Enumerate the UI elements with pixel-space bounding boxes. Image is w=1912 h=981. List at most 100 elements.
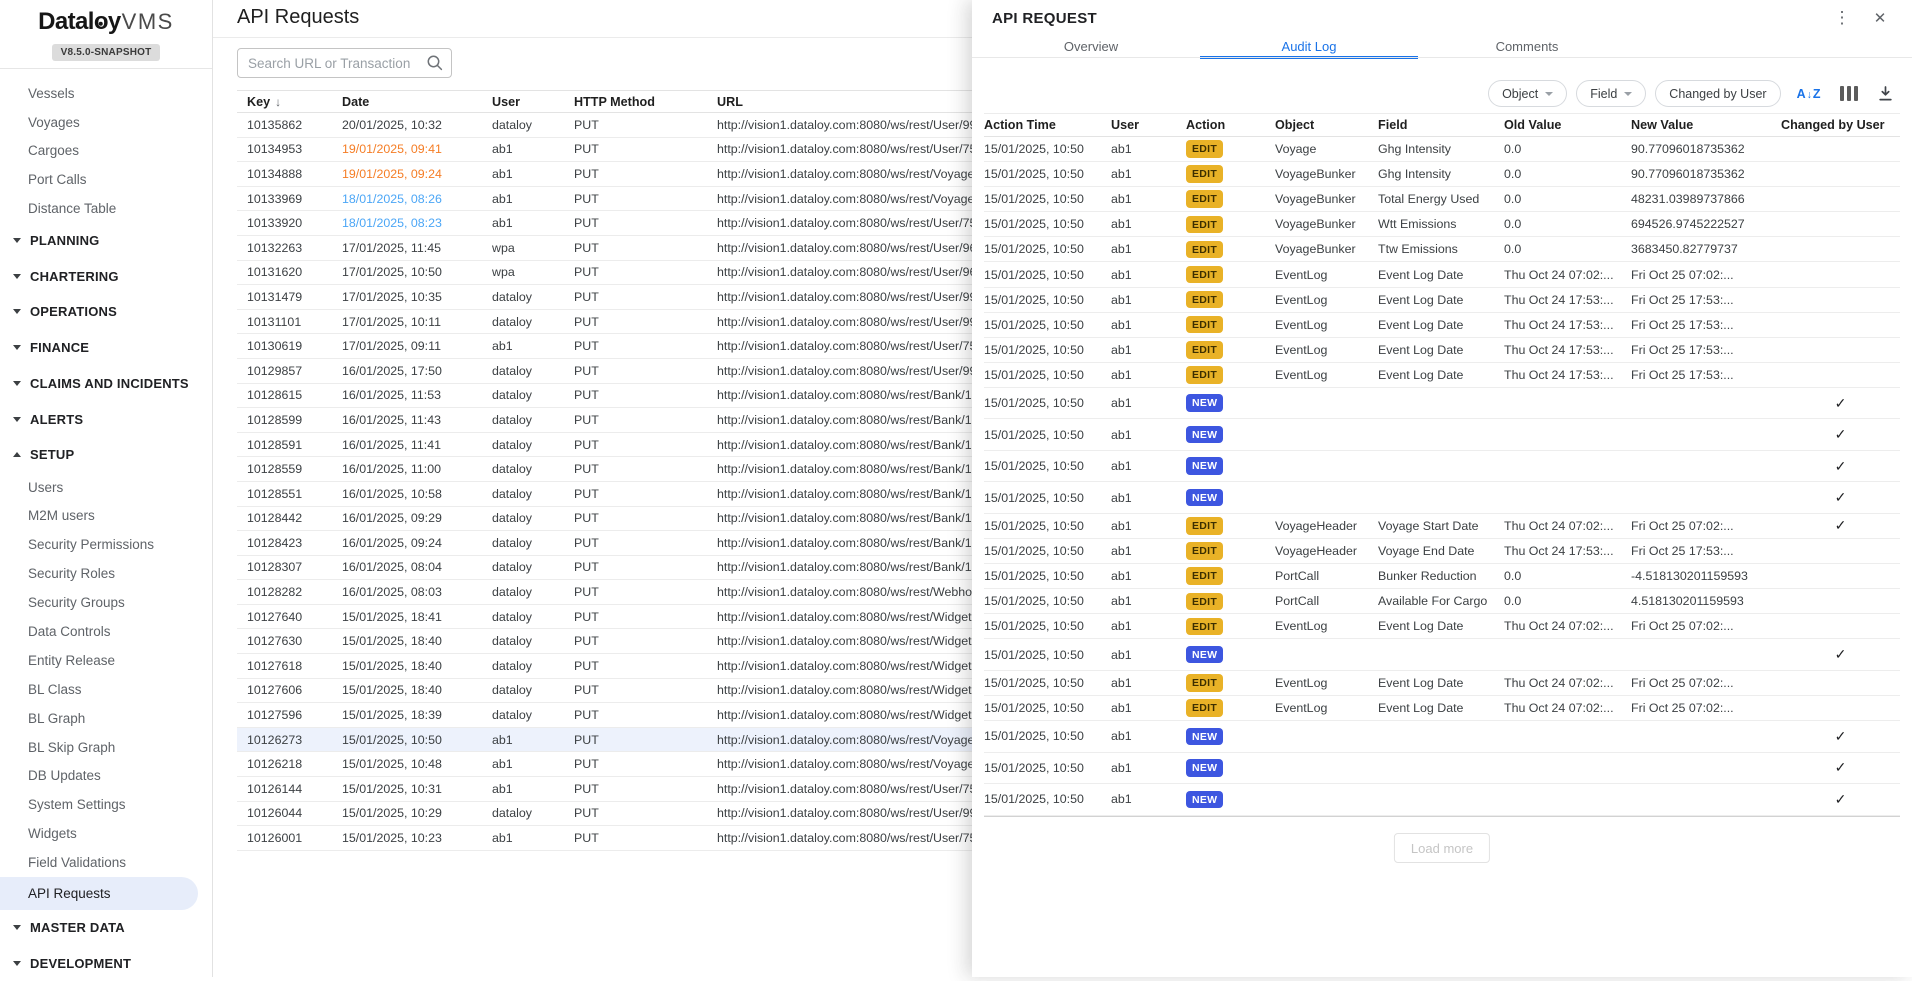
table-row[interactable]: 1012830716/01/2025, 08:04dataloyPUThttp:… — [237, 556, 972, 581]
filter-chip-changed-by-user[interactable]: Changed by User — [1655, 80, 1780, 107]
cell-old-value: Thu Oct 24 17:53:... — [1504, 544, 1631, 558]
sidebar-section-operations[interactable]: OPERATIONS — [0, 294, 212, 330]
cell-user: dataloy — [492, 634, 574, 648]
sidebar-item-security-permissions[interactable]: Security Permissions — [0, 530, 212, 559]
cell-user: dataloy — [492, 610, 574, 624]
sidebar-item-m2m-users[interactable]: M2M users — [0, 501, 212, 530]
table-row[interactable]: 1013110117/01/2025, 10:11dataloyPUThttp:… — [237, 310, 972, 335]
tab-comments[interactable]: Comments — [1418, 36, 1636, 57]
table-row[interactable]: 1012828216/01/2025, 08:03dataloyPUThttp:… — [237, 580, 972, 605]
sidebar-item-users[interactable]: Users — [0, 473, 212, 502]
sidebar-item-widgets[interactable]: Widgets — [0, 819, 212, 848]
column-header-key[interactable]: Key↓ — [247, 95, 342, 109]
table-row[interactable]: 1012759615/01/2025, 18:39dataloyPUThttp:… — [237, 703, 972, 728]
download-icon[interactable] — [1877, 85, 1894, 102]
close-icon[interactable]: ✕ — [1870, 9, 1890, 27]
load-more-button[interactable]: Load more — [1394, 833, 1490, 863]
table-row[interactable]: 1012855116/01/2025, 10:58dataloyPUThttp:… — [237, 482, 972, 507]
sidebar-item-system-settings[interactable]: System Settings — [0, 790, 212, 819]
table-row[interactable]: 1013226317/01/2025, 11:45wpaPUThttp://vi… — [237, 236, 972, 261]
search-input[interactable] — [238, 49, 420, 77]
columns-icon[interactable] — [1840, 86, 1859, 101]
table-row[interactable]: 1012621815/01/2025, 10:48ab1PUThttp://vi… — [237, 752, 972, 777]
search-icon[interactable] — [426, 54, 444, 72]
cell-user: ab1 — [1111, 293, 1186, 307]
cell-http-method: PUT — [574, 733, 717, 747]
sidebar-item-vessels[interactable]: Vessels — [0, 79, 212, 108]
table-row[interactable]: 1012859916/01/2025, 11:43dataloyPUThttp:… — [237, 408, 972, 433]
column-header-date[interactable]: Date — [342, 95, 492, 109]
cell-url: http://vision1.dataloy.com:8080/ws/rest/… — [717, 610, 972, 624]
sidebar-item-distance-table[interactable]: Distance Table — [0, 194, 212, 223]
sidebar-section-development[interactable]: DEVELOPMENT — [0, 946, 212, 981]
table-row[interactable]: 1013061917/01/2025, 09:11ab1PUThttp://vi… — [237, 334, 972, 359]
cell-key: 10126218 — [247, 757, 342, 771]
filter-chip-field[interactable]: Field — [1576, 80, 1646, 107]
sidebar-item-security-roles[interactable]: Security Roles — [0, 559, 212, 588]
table-row[interactable]: 1012600115/01/2025, 10:23ab1PUThttp://vi… — [237, 826, 972, 851]
table-row[interactable]: 1013147917/01/2025, 10:35dataloyPUThttp:… — [237, 285, 972, 310]
table-row[interactable]: 1013392018/01/2025, 08:23ab1PUThttp://vi… — [237, 211, 972, 236]
table-row[interactable]: 1012764015/01/2025, 18:41dataloyPUThttp:… — [237, 605, 972, 630]
cell-url: http://vision1.dataloy.com:8080/ws/rest/… — [717, 536, 972, 550]
column-header-user[interactable]: User — [492, 95, 574, 109]
sidebar-item-data-controls[interactable]: Data Controls — [0, 617, 212, 646]
sidebar-item-security-groups[interactable]: Security Groups — [0, 588, 212, 617]
action-badge-new: NEW — [1186, 728, 1223, 746]
sidebar-section-finance[interactable]: FINANCE — [0, 330, 212, 366]
table-row[interactable]: 1013586220/01/2025, 10:32dataloyPUThttp:… — [237, 113, 972, 138]
table-row[interactable]: 1012859116/01/2025, 11:41dataloyPUThttp:… — [237, 433, 972, 458]
cell-date: 16/01/2025, 17:50 — [342, 364, 492, 378]
table-row[interactable]: 1012844216/01/2025, 09:29dataloyPUThttp:… — [237, 507, 972, 532]
sidebar-item-voyages[interactable]: Voyages — [0, 108, 212, 137]
sidebar-section-master-data[interactable]: MASTER DATA — [0, 910, 212, 946]
table-row[interactable]: 1012855916/01/2025, 11:00dataloyPUThttp:… — [237, 457, 972, 482]
audit-row: 15/01/2025, 10:50ab1EDITVoyageBunkerGhg … — [984, 162, 1900, 187]
logo-suffix: VMS — [122, 9, 174, 34]
sort-alpha-icon[interactable]: A↓Z — [1797, 87, 1821, 101]
sidebar-item-db-updates[interactable]: DB Updates — [0, 761, 212, 790]
cell-key: 10127618 — [247, 659, 342, 673]
sidebar-item-api-requests[interactable]: API Requests — [0, 877, 198, 910]
kebab-menu-icon[interactable]: ⋮ — [1832, 8, 1852, 28]
table-row[interactable]: 1012842316/01/2025, 09:24dataloyPUThttp:… — [237, 531, 972, 556]
sidebar-item-bl-graph[interactable]: BL Graph — [0, 704, 212, 733]
sidebar-section-planning[interactable]: PLANNING — [0, 223, 212, 259]
table-row[interactable]: 1012763015/01/2025, 18:40dataloyPUThttp:… — [237, 629, 972, 654]
sidebar-section-alerts[interactable]: ALERTS — [0, 401, 212, 437]
column-header-http-method[interactable]: HTTP Method — [574, 95, 717, 109]
sidebar-section-chartering[interactable]: CHARTERING — [0, 258, 212, 294]
cell-new-value: Fri Oct 25 07:02:... — [1631, 268, 1781, 282]
table-row[interactable]: 1013162017/01/2025, 10:50wpaPUThttp://vi… — [237, 261, 972, 286]
table-row[interactable]: 1012761815/01/2025, 18:40dataloyPUThttp:… — [237, 654, 972, 679]
action-badge-new: NEW — [1186, 489, 1223, 507]
sidebar-item-bl-class[interactable]: BL Class — [0, 675, 212, 704]
cell-url: http://vision1.dataloy.com:8080/ws/rest/… — [717, 315, 972, 329]
cell-action: NEW — [1186, 759, 1275, 777]
sidebar-item-entity-release[interactable]: Entity Release — [0, 646, 212, 675]
cell-user: ab1 — [1111, 594, 1186, 608]
filter-chip-object[interactable]: Object — [1488, 80, 1567, 107]
version-row: V8.5.0-SNAPSHOT — [0, 42, 212, 61]
table-row[interactable]: 1012627315/01/2025, 10:50ab1PUThttp://vi… — [237, 728, 972, 753]
table-row[interactable]: 1012861516/01/2025, 11:53dataloyPUThttp:… — [237, 384, 972, 409]
cell-object: VoyageHeader — [1275, 519, 1378, 533]
table-row[interactable]: 1012614415/01/2025, 10:31ab1PUThttp://vi… — [237, 777, 972, 802]
tab-overview[interactable]: Overview — [982, 36, 1200, 57]
column-header-url[interactable]: URL — [717, 95, 972, 109]
table-row[interactable]: 1013396918/01/2025, 08:26ab1PUThttp://vi… — [237, 187, 972, 212]
table-row[interactable]: 1012604415/01/2025, 10:29dataloyPUThttp:… — [237, 802, 972, 827]
table-row[interactable]: 1012985716/01/2025, 17:50dataloyPUThttp:… — [237, 359, 972, 384]
cell-url: http://vision1.dataloy.com:8080/ws/rest/… — [717, 118, 972, 132]
sidebar-section-claims-and-incidents[interactable]: CLAIMS AND INCIDENTS — [0, 366, 212, 402]
sidebar-item-bl-skip-graph[interactable]: BL Skip Graph — [0, 733, 212, 762]
tab-audit-log[interactable]: Audit Log — [1200, 36, 1418, 57]
table-row[interactable]: 1012760615/01/2025, 18:40dataloyPUThttp:… — [237, 679, 972, 704]
sidebar-item-port-calls[interactable]: Port Calls — [0, 165, 212, 194]
sidebar-item-cargoes[interactable]: Cargoes — [0, 137, 212, 166]
table-row[interactable]: 1013495319/01/2025, 09:41ab1PUThttp://vi… — [237, 138, 972, 163]
sidebar-section-setup[interactable]: SETUP — [0, 437, 212, 473]
table-row[interactable]: 1013488819/01/2025, 09:24ab1PUThttp://vi… — [237, 162, 972, 187]
sidebar-item-field-validations[interactable]: Field Validations — [0, 848, 212, 877]
cell-action-time: 15/01/2025, 10:50 — [984, 676, 1111, 690]
